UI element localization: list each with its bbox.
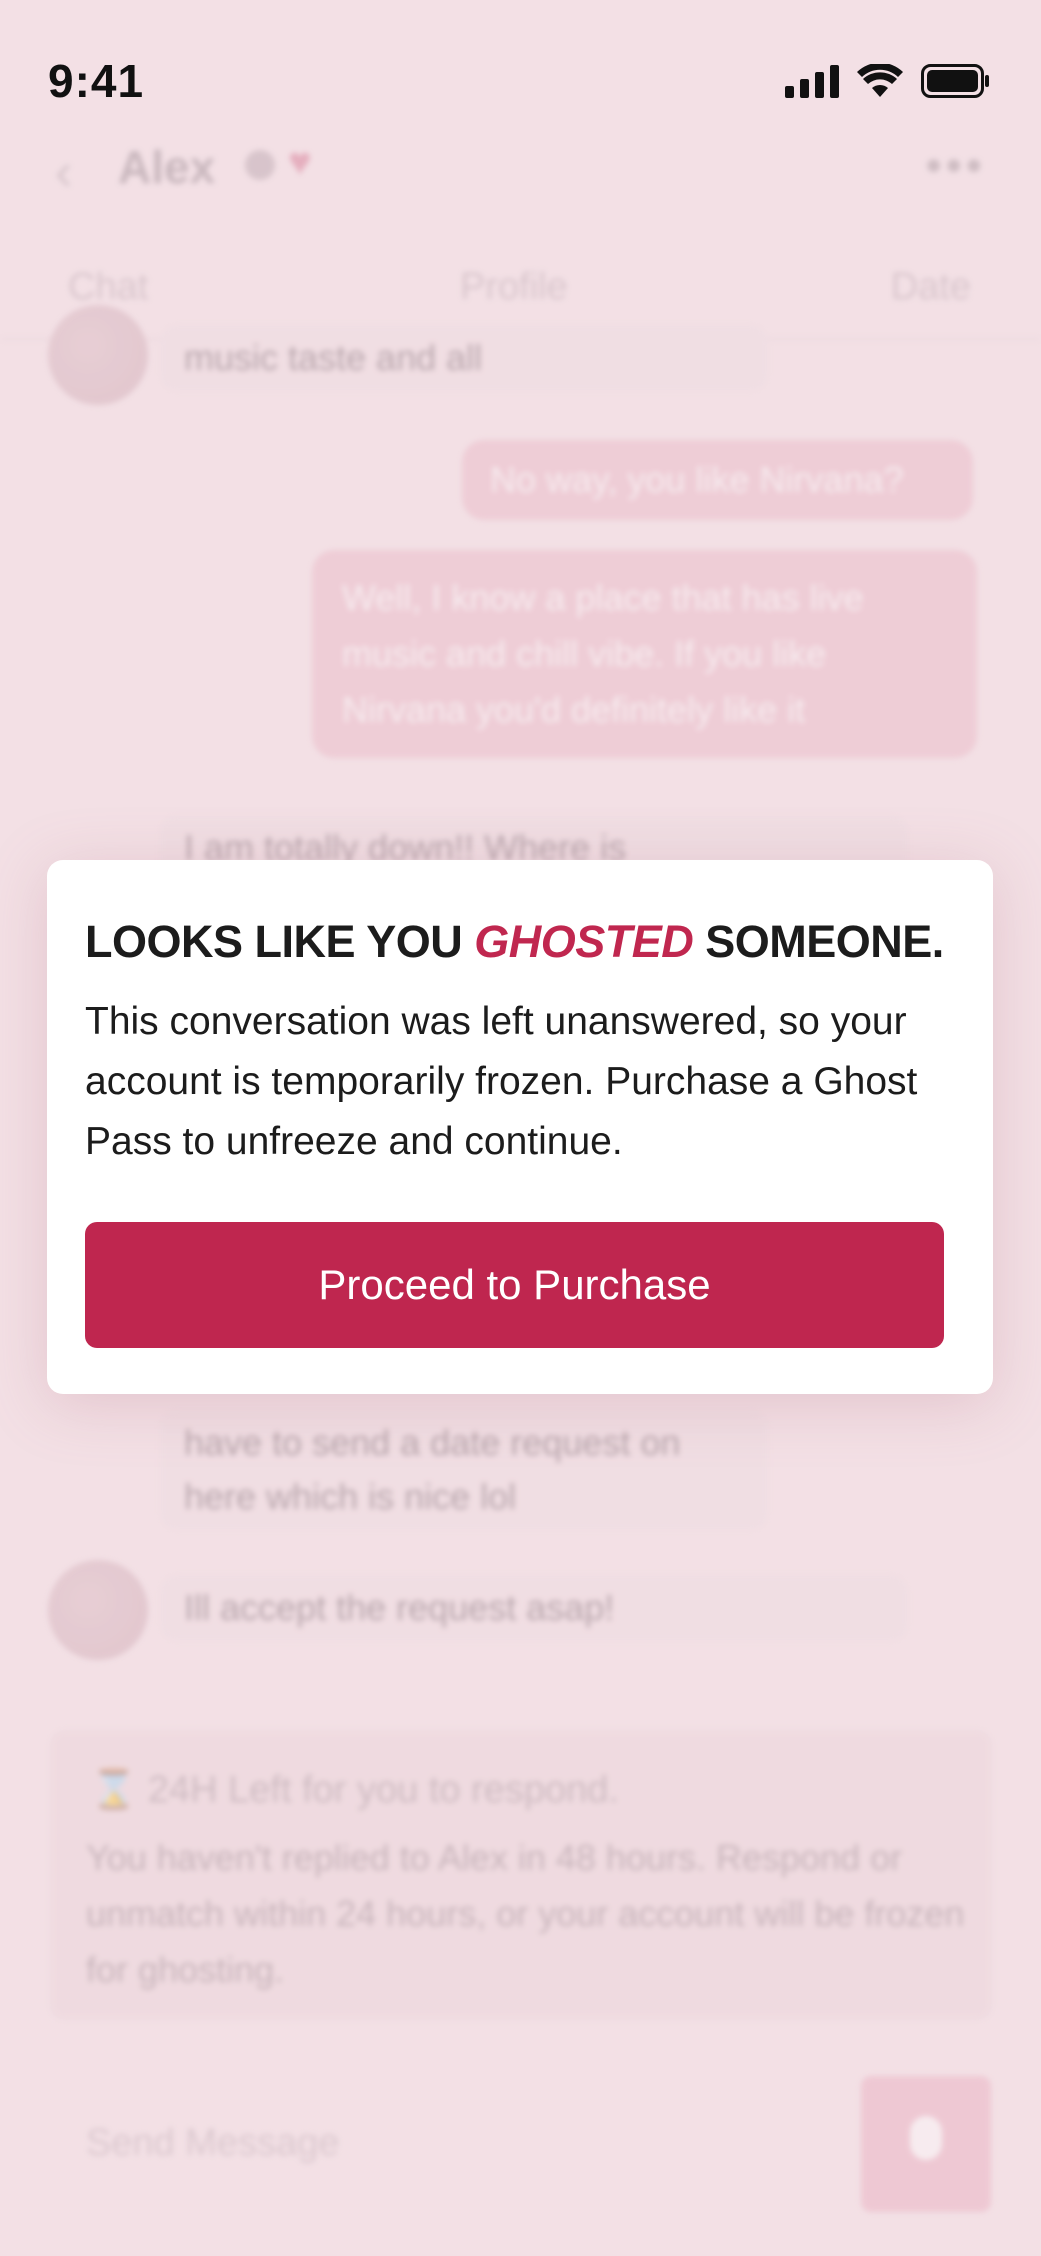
battery-icon bbox=[921, 64, 989, 98]
status-bar: 9:41 bbox=[0, 0, 1041, 150]
modal-title: LOOKS LIKE YOU GHOSTED SOMEONE. bbox=[85, 916, 944, 967]
modal-title-accent: GHOSTED bbox=[474, 916, 694, 967]
ghosted-modal: LOOKS LIKE YOU GHOSTED SOMEONE. This con… bbox=[47, 860, 993, 1394]
status-icons bbox=[785, 64, 991, 98]
status-time: 9:41 bbox=[48, 55, 145, 107]
modal-message: This conversation was left unanswered, s… bbox=[85, 1000, 918, 1163]
chat-screen: 9:41 ‹ Alex ♥ ••• Chat Profile Date musi… bbox=[0, 0, 1041, 2256]
wifi-icon bbox=[857, 64, 903, 97]
proceed-to-purchase-button[interactable]: Proceed to Purchase bbox=[85, 1222, 944, 1348]
cellular-signal-icon bbox=[785, 64, 839, 98]
